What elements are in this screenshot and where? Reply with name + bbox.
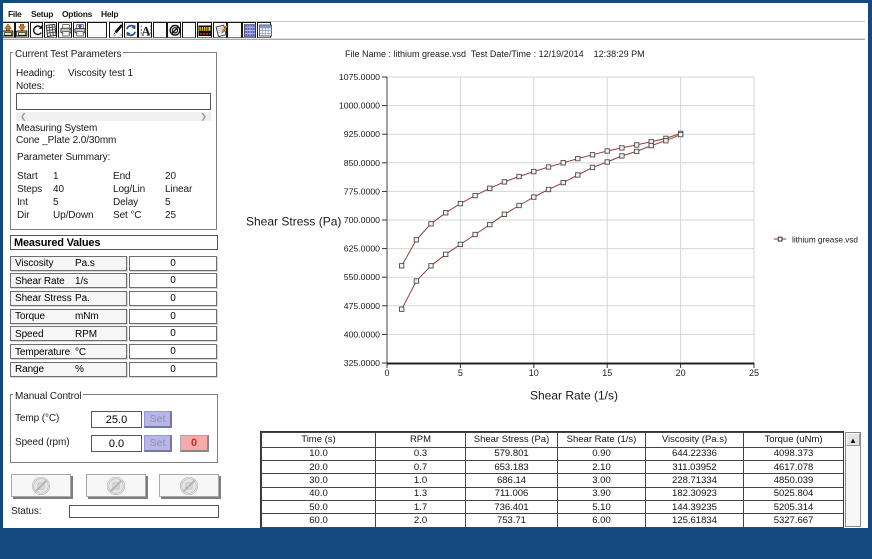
svg-text:15: 15 xyxy=(602,368,612,378)
svg-text:1000.0000: 1000.0000 xyxy=(339,101,380,111)
svg-text:325.0000: 325.0000 xyxy=(344,358,380,368)
svg-text:775.0000: 775.0000 xyxy=(344,186,380,196)
svg-text:25: 25 xyxy=(749,368,759,378)
svg-text:Shear Stress (Pa): Shear Stress (Pa) xyxy=(246,215,341,229)
svg-text:A: A xyxy=(141,24,150,37)
svg-text:20: 20 xyxy=(676,368,686,378)
svg-text:625.0000: 625.0000 xyxy=(344,244,380,254)
svg-text:550.0000: 550.0000 xyxy=(344,272,380,282)
svg-text:0: 0 xyxy=(384,368,389,378)
svg-text:700.0000: 700.0000 xyxy=(344,215,380,225)
svg-text:925.0000: 925.0000 xyxy=(344,129,380,139)
svg-text:lithium grease.vsd: lithium grease.vsd xyxy=(792,236,858,245)
svg-text:850.0000: 850.0000 xyxy=(344,158,380,168)
svg-text:1075.0000: 1075.0000 xyxy=(339,72,380,82)
svg-text:475.0000: 475.0000 xyxy=(344,301,380,311)
svg-text:Shear Rate (1/s): Shear Rate (1/s) xyxy=(530,389,618,403)
svg-text:File Name : lithium grease.vsd: File Name : lithium grease.vsd Test Date… xyxy=(345,49,645,59)
svg-text:10: 10 xyxy=(529,368,539,378)
svg-text:5: 5 xyxy=(458,368,463,378)
svg-text:400.0000: 400.0000 xyxy=(344,329,380,339)
